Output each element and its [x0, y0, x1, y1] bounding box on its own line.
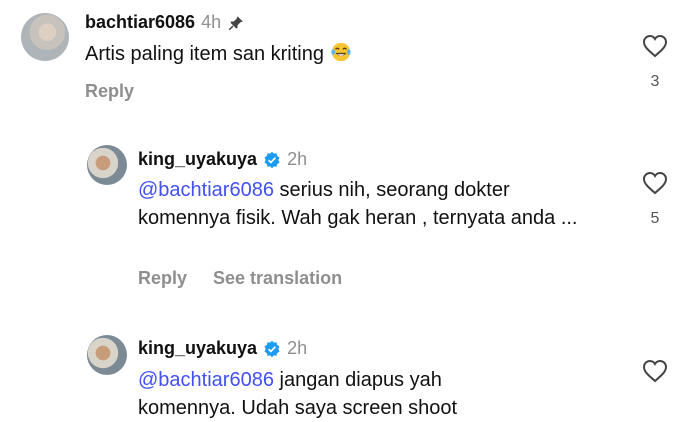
timestamp: 4h	[201, 12, 222, 32]
verified-badge-icon	[264, 151, 280, 168]
username[interactable]: king_uyakuya	[138, 149, 257, 170]
laughing-tears-emoji	[330, 42, 351, 62]
comment-actions: Reply	[85, 81, 134, 102]
avatar[interactable]	[87, 335, 127, 375]
heart-icon[interactable]	[642, 34, 668, 58]
heart-icon[interactable]	[642, 171, 668, 195]
mention-link[interactable]: @bachtiar6086	[138, 179, 274, 201]
avatar[interactable]	[21, 13, 69, 61]
timestamp: 2h	[287, 149, 308, 169]
comment-text: @bachtiar6086 serius nih, seorang dokter…	[138, 179, 578, 229]
like-count: 3	[650, 73, 660, 90]
pin-icon	[228, 15, 243, 30]
reply-button[interactable]: Reply	[138, 268, 187, 289]
comment-header: king_uyakuya 2h	[138, 149, 307, 170]
username[interactable]: bachtiar6086	[85, 12, 195, 33]
comment-header: bachtiar6086 4h	[85, 12, 245, 33]
reply-button[interactable]: Reply	[85, 81, 134, 102]
comment-text: @bachtiar6086 jangan diapus yah komennya…	[138, 369, 458, 419]
comment-actions: Reply See translation	[138, 268, 342, 289]
mention-link[interactable]: @bachtiar6086	[138, 369, 274, 391]
avatar[interactable]	[87, 145, 127, 185]
username[interactable]: king_uyakuya	[138, 338, 257, 359]
heart-icon[interactable]	[642, 359, 668, 383]
like-count: 5	[650, 210, 660, 227]
verified-badge-icon	[264, 340, 280, 357]
comment-header: king_uyakuya 2h	[138, 338, 307, 359]
see-translation-button[interactable]: See translation	[213, 268, 342, 289]
timestamp: 2h	[287, 338, 308, 358]
comment-text: Artis paling item san kriting	[85, 40, 625, 68]
